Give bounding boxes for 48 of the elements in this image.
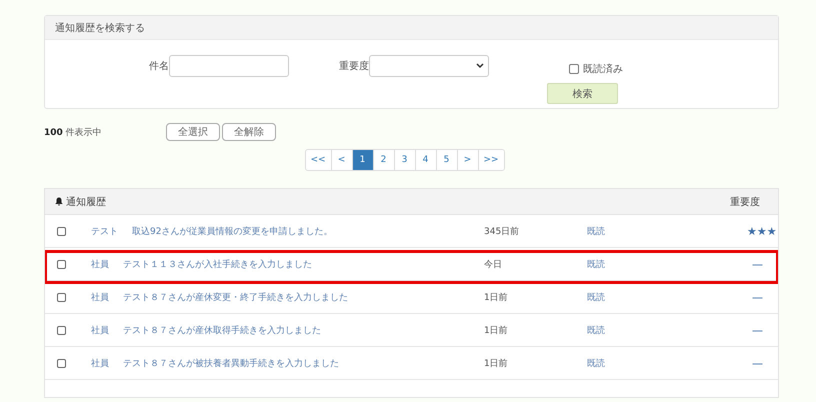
page-link[interactable]: < [332,150,352,170]
notification-message[interactable]: 社員 テスト１１３さんが入社手続きを入力しました [91,258,484,270]
subject-label: 件名 [148,60,169,73]
page-link[interactable]: > [458,150,478,170]
notification-message[interactable]: 社員 テスト８７さんが産休変更・終了手続きを入力しました [91,290,484,304]
page-link[interactable]: 5 [436,150,458,170]
importance-text: — [751,290,764,304]
read-checkbox-label: 既読済み [583,62,623,76]
page-link[interactable]: >> [478,150,504,170]
notification-message[interactable]: 社員 テスト８７さんが産休取得手続きを入力しました [91,324,484,336]
time-text: 1日前 [484,292,509,304]
table-title: 通知履歴 [66,196,106,208]
importance-text: ★★★ [747,224,778,238]
read-status: 既読 [587,358,606,370]
notification-message[interactable]: 社員 テスト８７さんが被扶養者異動手続きを入力しました [91,356,484,370]
chevron-down-icon [476,63,484,69]
search-button[interactable]: 検索 [547,83,618,104]
checkbox[interactable] [569,64,579,74]
row-checkbox[interactable] [57,260,66,268]
page-link[interactable]: 3 [394,150,416,170]
importance-text: — [751,356,764,370]
result-count: 100 件表示中 [44,126,103,138]
read-status: 既読 [587,226,606,238]
importance-label: 重要度 [338,60,369,73]
row-checkbox[interactable] [57,326,66,334]
importance-text: — [751,324,764,336]
select-button[interactable]: 全解除 [222,123,276,141]
time-text: 今日 [484,258,503,270]
row-checkbox[interactable] [57,226,66,236]
subject-input-field[interactable] [169,55,289,77]
page-link[interactable]: 1 [352,150,374,170]
row-checkbox[interactable] [57,292,66,302]
select-button[interactable]: 全選択 [166,123,220,141]
importance-text: — [751,258,764,270]
read-status: 既読 [587,292,606,304]
time-text: 345日前 [484,226,520,238]
panel-title: 通知履歴を検索する [45,16,778,40]
notification-message[interactable]: テスト 取込92さんが従業員情報の変更を申請しました。 [91,224,484,238]
page-link[interactable]: 2 [374,150,394,170]
row-checkbox[interactable] [57,358,66,368]
time-text: 1日前 [484,324,509,336]
bell-icon [55,197,63,206]
time-text: 1日前 [484,358,509,370]
read-status: 既読 [587,324,606,336]
page-link[interactable]: << [306,150,332,170]
page-link[interactable]: 4 [416,150,436,170]
importance-column-header: 重要度 [730,196,760,208]
read-status: 既読 [587,258,606,270]
